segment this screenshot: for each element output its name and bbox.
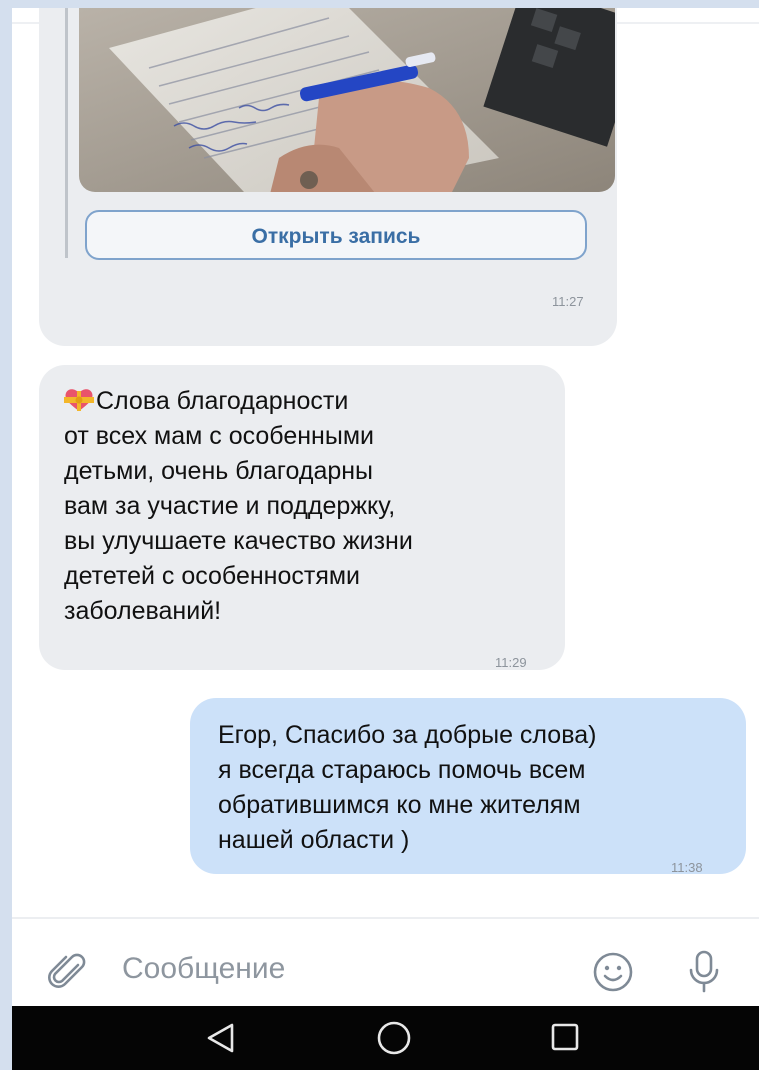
outgoing-message[interactable]: Егор, Спасибо за добрые слова) я всегда … [190,698,746,875]
back-triangle-icon[interactable] [204,1022,238,1054]
quote-bar [65,8,68,258]
open-post-button[interactable]: Открыть запись [85,210,587,260]
message-time: 11:38 [671,860,703,875]
outgoing-message-text: Егор, Спасибо за добрые слова) я всегда … [218,721,597,854]
incoming-message-text: Слова благодарности от всех мам с особен… [64,387,413,625]
smile-icon[interactable] [592,951,634,993]
post-photo[interactable] [79,8,615,192]
screen-frame-left [0,0,12,1070]
screen-frame-top [0,0,759,8]
shared-post-card[interactable]: Открыть запись 11:27 [39,8,617,346]
chat-screen: Открыть запись 11:27 Слова благодарности… [12,8,759,1070]
message-composer [12,919,759,1007]
message-time: 11:27 [552,294,584,309]
message-input[interactable] [122,947,552,991]
heart-with-bow-icon [64,389,94,411]
paperclip-icon[interactable] [48,953,88,993]
recent-square-icon[interactable] [550,1022,580,1052]
photo-image [79,8,615,192]
incoming-message[interactable]: Слова благодарности от всех мам с особен… [39,365,565,670]
microphone-icon[interactable] [684,949,724,995]
incoming-message-body: Слова благодарности от всех мам с особен… [64,384,554,629]
home-circle-icon[interactable] [376,1020,412,1056]
system-navigation-bar [12,1006,759,1070]
message-time: 11:29 [495,655,527,670]
